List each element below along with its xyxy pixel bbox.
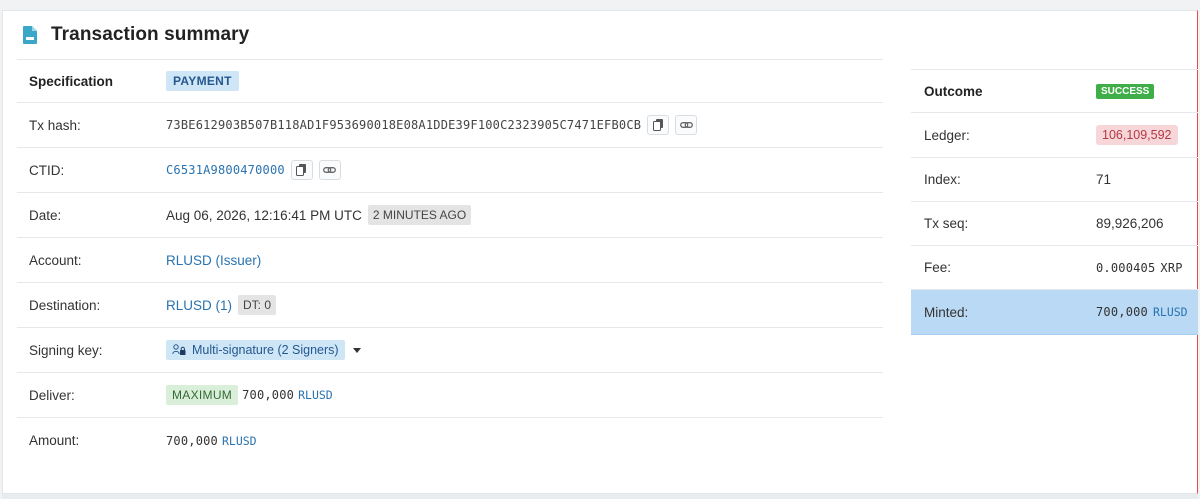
fee-currency: XRP	[1160, 260, 1183, 275]
destination-label: Destination:	[29, 297, 101, 313]
link-icon	[679, 122, 693, 128]
signing-key-row: Signing key: Multi-signature (2 Signers)	[17, 328, 883, 373]
ctid-label: CTID:	[29, 162, 65, 178]
link-tx-hash-button[interactable]	[675, 115, 698, 135]
spec-header-label: Specification	[29, 73, 114, 89]
amount-currency-link[interactable]: RLUSD	[222, 434, 257, 448]
ledger-label: Ledger:	[924, 127, 970, 143]
ledger-link[interactable]: 106,109,592	[1096, 125, 1178, 145]
tx-seq-value: 89,926,206	[1096, 216, 1164, 231]
card-header: Transaction summary	[3, 11, 1197, 59]
transaction-summary-card: Transaction summary Specification PAYMEN…	[2, 10, 1198, 494]
date-value: Aug 06, 2026, 12:16:41 PM UTC	[166, 207, 362, 223]
amount-value: 700,000	[166, 433, 218, 448]
date-label: Date:	[29, 207, 62, 223]
minted-label: Minted:	[924, 304, 969, 320]
index-label: Index:	[924, 172, 961, 187]
success-status-badge: SUCCESS	[1096, 83, 1155, 99]
destination-tag-badge: DT: 0	[238, 295, 277, 315]
deliver-row: Deliver: MAXIMUM 700,000 RLUSD	[17, 373, 883, 418]
tx-hash-label: Tx hash:	[29, 117, 81, 133]
ledger-row: Ledger: 106,109,592	[911, 113, 1198, 158]
link-ctid-button[interactable]	[318, 160, 341, 180]
index-value: 71	[1096, 172, 1112, 187]
minted-row: Minted: 700,000 RLUSD	[911, 290, 1198, 335]
outcome-header-label: Outcome	[924, 83, 983, 99]
signing-key-label: Signing key:	[29, 342, 103, 358]
specification-table: Specification PAYMENT Tx hash: 73BE61290…	[17, 59, 883, 463]
tx-seq-row: Tx seq: 89,926,206	[911, 202, 1198, 246]
tx-hash-value: 73BE612903B507B118AD1F953690018E08A1DDE3…	[166, 118, 642, 132]
outcome-table: Outcome SUCCESS Ledger: 106,109,592 Inde…	[911, 69, 1198, 335]
minted-value: 700,000	[1096, 305, 1148, 319]
maximum-badge: MAXIMUM	[166, 385, 239, 405]
ctid-row: CTID: C6531A9800470000	[17, 148, 883, 193]
fee-value: 0.000405	[1096, 260, 1156, 275]
spec-header-row: Specification PAYMENT	[17, 59, 883, 103]
multi-signers-icon	[172, 344, 186, 355]
fee-row: Fee: 0.000405 XRP	[911, 246, 1198, 290]
page-footer-strip	[2, 494, 1198, 499]
copy-tx-hash-button[interactable]	[647, 115, 670, 135]
copy-icon	[296, 164, 307, 176]
destination-link[interactable]: RLUSD (1)	[166, 298, 232, 313]
minted-currency-link[interactable]: RLUSD	[1153, 305, 1188, 319]
document-icon	[23, 26, 37, 44]
account-label: Account:	[29, 252, 82, 268]
fee-label: Fee:	[924, 260, 952, 275]
copy-ctid-button[interactable]	[290, 160, 313, 180]
amount-label: Amount:	[29, 433, 80, 448]
deliver-label: Deliver:	[29, 387, 75, 403]
deliver-currency-link[interactable]: RLUSD	[298, 388, 333, 402]
index-row: Index: 71	[911, 158, 1198, 202]
outcome-header-row: Outcome SUCCESS	[911, 69, 1198, 113]
account-link[interactable]: RLUSD (Issuer)	[166, 253, 261, 268]
account-row: Account: RLUSD (Issuer)	[17, 238, 883, 283]
payment-type-badge: PAYMENT	[166, 71, 239, 91]
ctid-link[interactable]: C6531A9800470000	[166, 163, 285, 177]
multi-signature-dropdown[interactable]: Multi-signature (2 Signers)	[166, 340, 345, 360]
chevron-down-icon[interactable]	[352, 347, 361, 353]
deliver-amount: 700,000	[242, 388, 295, 402]
tx-hash-row: Tx hash: 73BE612903B507B118AD1F953690018…	[17, 103, 883, 148]
tx-seq-label: Tx seq:	[924, 216, 969, 231]
amount-row: Amount: 700,000 RLUSD	[17, 418, 883, 463]
card-title: Transaction summary	[51, 24, 250, 45]
time-ago-badge: 2 MINUTES AGO	[367, 205, 472, 225]
destination-row: Destination: RLUSD (1) DT: 0	[17, 283, 883, 328]
signing-key-value: Multi-signature (2 Signers)	[192, 343, 339, 357]
link-icon	[323, 167, 337, 173]
copy-icon	[652, 119, 663, 131]
date-row: Date: Aug 06, 2026, 12:16:41 PM UTC 2 MI…	[17, 193, 883, 238]
